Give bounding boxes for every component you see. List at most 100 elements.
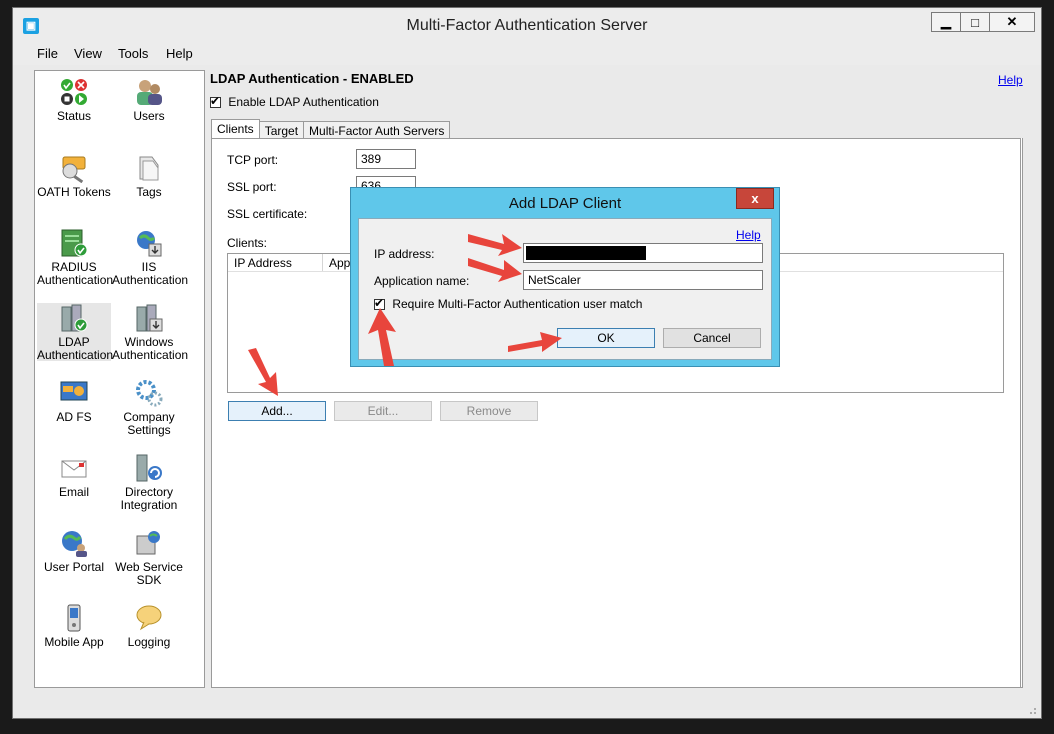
grip-icon <box>1030 708 1036 714</box>
tcp-port-label: TCP port: <box>227 153 279 167</box>
sidebar-item-radius-authentication[interactable]: RADIUS Authentication <box>37 228 114 287</box>
tcp-port-input[interactable]: 389 <box>356 149 416 169</box>
sidebar-item-label: Tags <box>136 185 162 199</box>
sidebar-item-tags[interactable]: Tags <box>112 153 186 199</box>
remove-button[interactable]: Remove <box>440 401 538 421</box>
window-title: Multi-Factor Authentication Server <box>406 17 648 34</box>
main-panel: LDAP Authentication - ENABLED Help Enabl… <box>210 68 1024 688</box>
adfs-icon <box>60 381 88 401</box>
sidebar-item-iis-authentication[interactable]: IIS Authentication <box>112 228 189 287</box>
iis-icon <box>137 231 162 257</box>
sidebar-item-email[interactable]: Email <box>37 453 111 499</box>
ok-button[interactable]: OK <box>557 328 655 348</box>
application-name-label: Application name: <box>374 274 470 288</box>
maximize-button[interactable]: □ <box>960 12 990 32</box>
phone-icon <box>67 604 81 632</box>
sidebar-item-label: Status <box>56 109 92 123</box>
sidebar-item-label: IIS Authentication <box>112 260 189 287</box>
dialog-help-link[interactable]: Help <box>736 228 761 242</box>
sidebar-item-label: User Portal <box>43 560 105 574</box>
arrow-require-match <box>368 308 396 366</box>
sidebar-item-windows-authentication[interactable]: Windows Authentication <box>112 303 189 362</box>
sidebar-item-label: Users <box>133 109 165 123</box>
redacted-ip-value <box>526 246 646 260</box>
sidebar-item-label: Mobile App <box>44 635 104 649</box>
arrow-application-name <box>468 258 522 282</box>
sidebar-item-label: RADIUS Authentication <box>37 260 114 287</box>
enable-ldap-row: Enable LDAP Authentication <box>210 94 379 109</box>
sidebar-item-user-portal[interactable]: User Portal <box>37 528 111 574</box>
minimize-button[interactable]: ▁ <box>931 12 961 32</box>
page-title: LDAP Authentication - ENABLED <box>210 71 414 86</box>
users-icon <box>137 80 162 105</box>
windows-icon <box>136 304 163 332</box>
globe-icon <box>62 531 87 557</box>
arrow-ok <box>508 332 562 352</box>
require-match-label: Require Multi-Factor Authentication user… <box>392 297 643 311</box>
status-icon <box>61 79 87 105</box>
sidebar-item-web-service-sdk[interactable]: Web Service SDK <box>112 528 186 587</box>
email-icon <box>61 460 87 478</box>
sidebar-item-label: Windows Authentication <box>112 335 189 362</box>
menu-file[interactable]: File <box>37 46 58 61</box>
dialog-title: Add LDAP Client <box>508 195 622 212</box>
tags-icon <box>139 156 159 181</box>
ssl-certificate-label: SSL certificate: <box>227 207 308 221</box>
add-ldap-client-dialog: Add LDAP Client x Help IP address: Appli… <box>350 187 780 367</box>
key-icon <box>62 156 86 183</box>
sidebar-item-label: Directory Integration <box>120 485 178 512</box>
sidebar-item-label: LDAP Authentication <box>37 335 114 362</box>
ssl-port-label: SSL port: <box>227 180 277 194</box>
menu-help[interactable]: Help <box>166 46 193 61</box>
sidebar-item-logging[interactable]: Logging <box>112 603 186 649</box>
radius-icon <box>61 229 88 257</box>
sdk-icon <box>136 531 160 555</box>
ldap-icon <box>61 304 88 332</box>
sidebar-item-label: Email <box>58 485 89 499</box>
close-icon: ✕ <box>1006 14 1018 29</box>
sidebar-item-mobile-app[interactable]: Mobile App <box>37 603 111 649</box>
enable-ldap-checkbox[interactable] <box>210 94 221 109</box>
sidebar-item-label: Logging <box>127 635 171 649</box>
enable-ldap-label: Enable LDAP Authentication <box>228 95 379 109</box>
main-header: LDAP Authentication - ENABLED Help Enabl… <box>210 68 1024 114</box>
maximize-icon: □ <box>971 14 979 30</box>
speech-icon <box>136 605 162 631</box>
edit-button[interactable]: Edit... <box>334 401 432 421</box>
settings-icon <box>136 380 163 407</box>
close-icon: x <box>751 191 759 206</box>
sidebar-item-label: AD FS <box>56 410 92 424</box>
clients-label: Clients: <box>227 236 268 250</box>
cancel-button[interactable]: Cancel <box>663 328 761 348</box>
sidebar-item-label: OATH Tokens <box>37 185 111 199</box>
sidebar-item-status[interactable]: Status <box>37 77 111 123</box>
column-ip-address[interactable]: IP Address <box>228 254 323 271</box>
minimize-icon: ▁ <box>941 14 951 29</box>
dialog-body: Help IP address: Application name: NetSc… <box>358 218 772 360</box>
tab-clients[interactable]: Clients <box>211 119 260 140</box>
sidebar-item-label: Web Service SDK <box>115 560 183 587</box>
sidebar-item-ldap-authentication[interactable]: LDAP Authentication <box>37 303 114 362</box>
require-match-row: Require Multi-Factor Authentication user… <box>374 296 643 311</box>
sidebar-item-directory-integration[interactable]: Directory Integration <box>112 453 186 512</box>
application-name-input[interactable]: NetScaler <box>523 270 763 290</box>
sidebar-item-ad-fs[interactable]: AD FS <box>37 378 111 424</box>
sidebar-item-users[interactable]: Users <box>112 77 186 123</box>
sidebar-item-company-settings[interactable]: Company Settings <box>112 378 186 437</box>
sidebar-item-label: Company Settings <box>123 410 175 437</box>
ip-address-input[interactable] <box>523 243 763 263</box>
close-button[interactable]: ✕ <box>989 12 1035 32</box>
menu-view[interactable]: View <box>74 46 102 61</box>
sidebar-item-oath-tokens[interactable]: OATH Tokens <box>37 153 111 199</box>
title-bar: ▣ Multi-Factor Authentication Server ▁ □… <box>13 8 1041 43</box>
directory-icon <box>136 454 162 482</box>
dialog-close-button[interactable]: x <box>736 188 774 209</box>
help-link[interactable]: Help <box>998 73 1023 87</box>
ip-address-label: IP address: <box>374 247 435 261</box>
window-controls: ▁ □ ✕ <box>931 12 1035 32</box>
add-button[interactable]: Add... <box>228 401 326 421</box>
menu-bar: File View Tools Help <box>13 43 1041 65</box>
resize-grip[interactable] <box>1027 704 1037 714</box>
menu-tools[interactable]: Tools <box>118 46 148 61</box>
arrow-add <box>248 348 278 396</box>
